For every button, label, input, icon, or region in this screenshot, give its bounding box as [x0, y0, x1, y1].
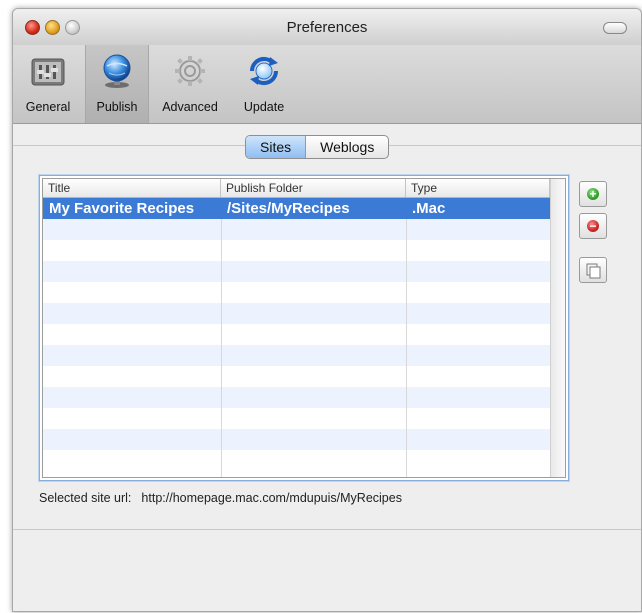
- tab-update-label: Update: [243, 100, 285, 114]
- preferences-window: Preferences General Publish Advanced Upd…: [12, 8, 642, 612]
- general-icon: [31, 58, 65, 86]
- bottom-divider: [13, 529, 641, 530]
- table-row-empty[interactable]: [43, 282, 565, 303]
- sites-table[interactable]: Title Publish Folder Type My Favorite Re…: [42, 178, 566, 478]
- tab-advanced-label: Advanced: [162, 100, 218, 114]
- table-row-empty[interactable]: [43, 366, 565, 387]
- toolbar-toggle-button[interactable]: [603, 22, 627, 34]
- table-row-empty[interactable]: [43, 408, 565, 429]
- tab-publish[interactable]: Publish: [85, 45, 149, 123]
- cell-title: My Favorite Recipes: [49, 200, 195, 217]
- tab-general-label: General: [25, 100, 71, 114]
- cell-type: .Mac: [412, 200, 446, 217]
- column-divider: [221, 219, 222, 477]
- duplicate-icon: [586, 263, 601, 279]
- add-icon: +: [587, 188, 599, 200]
- table-header: Title Publish Folder Type: [43, 179, 565, 198]
- table-row-empty[interactable]: [43, 345, 565, 366]
- gear-icon: [175, 56, 205, 86]
- title-bar: Preferences: [13, 9, 641, 45]
- cell-publish-folder: /Sites/MyRecipes: [227, 200, 350, 217]
- column-header-type[interactable]: Type: [406, 179, 550, 197]
- remove-icon: −: [587, 220, 599, 232]
- selected-site-url-value: http://homepage.mac.com/mdupuis/MyRecipe…: [141, 491, 402, 505]
- table-row-empty[interactable]: [43, 303, 565, 324]
- table-row-empty[interactable]: [43, 450, 565, 471]
- table-row-empty[interactable]: [43, 219, 565, 240]
- tab-update[interactable]: Update: [231, 45, 297, 123]
- table-row-empty[interactable]: [43, 387, 565, 408]
- globe-icon: [103, 54, 131, 88]
- tab-publish-label: Publish: [96, 100, 138, 114]
- table-row-empty[interactable]: [43, 324, 565, 345]
- column-header-publish-folder[interactable]: Publish Folder: [221, 179, 406, 197]
- remove-site-button[interactable]: −: [579, 213, 607, 239]
- table-row-empty[interactable]: [43, 429, 565, 450]
- add-site-button[interactable]: +: [579, 181, 607, 207]
- column-divider: [406, 219, 407, 477]
- selected-site-url: Selected site url: http://homepage.mac.co…: [39, 491, 402, 505]
- table-row-empty[interactable]: [43, 261, 565, 282]
- vertical-scrollbar[interactable]: [550, 179, 565, 477]
- toolbar: General Publish Advanced Update: [13, 45, 641, 123]
- selected-site-url-label: Selected site url:: [39, 491, 132, 505]
- toolbar-divider: [13, 123, 641, 124]
- table-row[interactable]: My Favorite Recipes /Sites/MyRecipes .Ma…: [43, 198, 565, 219]
- sites-weblogs-segmented-control: Sites Weblogs: [245, 135, 390, 159]
- tab-sites[interactable]: Sites: [246, 136, 307, 158]
- duplicate-site-button[interactable]: [579, 257, 607, 283]
- refresh-icon: [249, 56, 279, 86]
- tab-advanced[interactable]: Advanced: [151, 45, 229, 123]
- column-header-title[interactable]: Title: [43, 179, 221, 197]
- table-row-empty[interactable]: [43, 240, 565, 261]
- window-title: Preferences: [286, 19, 368, 36]
- tab-weblogs[interactable]: Weblogs: [306, 136, 388, 158]
- sites-table-frame: Title Publish Folder Type My Favorite Re…: [39, 175, 569, 481]
- tab-general[interactable]: General: [13, 45, 83, 123]
